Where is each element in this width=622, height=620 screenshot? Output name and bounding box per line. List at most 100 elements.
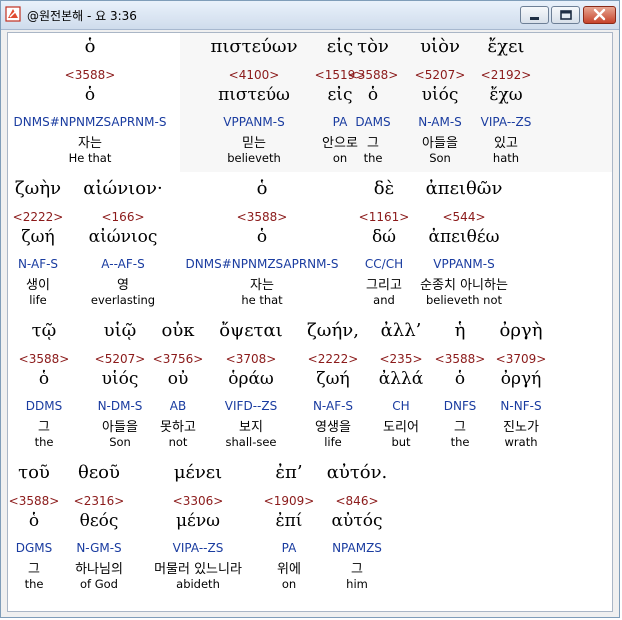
- parsing-code: VIPA--ZS: [480, 115, 532, 129]
- strong-number: <3588>: [434, 352, 486, 366]
- strong-number: <2316>: [73, 494, 125, 508]
- lemma: ὀργή: [500, 369, 542, 389]
- english-gloss: and: [373, 293, 395, 307]
- english-gloss: the: [24, 577, 44, 591]
- greek-word: ὄψεται: [219, 320, 283, 341]
- close-button[interactable]: [583, 6, 616, 24]
- greek-word: τὸν: [357, 36, 389, 57]
- greek-word: ζωήν,: [307, 320, 359, 341]
- korean-gloss: 자는: [78, 136, 102, 151]
- lemma: ὁ: [367, 85, 379, 105]
- window-title: @원전본해 - 요 3:36: [27, 9, 137, 23]
- english-gloss: hath: [492, 151, 520, 165]
- korean-gloss: 영: [117, 278, 129, 293]
- greek-word: τοῦ: [18, 462, 50, 483]
- greek-word: εἰς: [326, 36, 354, 57]
- greek-word: τῷ: [31, 320, 57, 341]
- english-gloss: abideth: [176, 577, 220, 591]
- parsing-code: VIFD--ZS: [224, 399, 278, 413]
- greek-word: αἰώνιον·: [83, 178, 163, 199]
- parsing-code: DNFS: [443, 399, 477, 413]
- english-gloss: believeth not: [425, 293, 503, 307]
- greek-word: ὁ: [84, 36, 96, 57]
- greek-word: ἀπειθῶν: [425, 178, 503, 199]
- parsing-code: N-NF-S: [500, 399, 542, 413]
- lemma: ὁ: [28, 511, 40, 531]
- parsing-code: DNMS#NPNMZSAPRNM-S: [185, 257, 339, 271]
- korean-gloss: 보지: [239, 420, 263, 435]
- lemma: ὁ: [84, 85, 96, 105]
- app-window: @원전본해 - 요 3:36 ὁ <3588> ὁ DNMS#NPNMZSAPRNM-…: [0, 0, 620, 618]
- parsing-code: VPPANM-S: [433, 257, 495, 271]
- greek-word: υἱὸν: [420, 36, 460, 57]
- greek-word: ἔχει: [487, 36, 525, 57]
- greek-word: μένει: [173, 462, 223, 483]
- korean-gloss: 진노가: [503, 420, 539, 435]
- parsing-code: PA: [332, 115, 348, 129]
- english-gloss: the: [450, 435, 470, 449]
- strong-number: <3588>: [18, 352, 70, 366]
- korean-gloss: 아들을: [102, 420, 138, 435]
- parsing-code: N-AM-S: [418, 115, 462, 129]
- lemma: ὁ: [38, 369, 50, 389]
- lemma: ὁ: [256, 227, 268, 247]
- korean-gloss: 그: [28, 562, 40, 577]
- english-gloss: on: [281, 577, 297, 591]
- english-gloss: everlasting: [90, 293, 156, 307]
- title-bar[interactable]: @원전본해 - 요 3:36: [1, 1, 619, 30]
- lemma: αἰώνιος: [88, 227, 158, 247]
- parsing-code: VPPANM-S: [223, 115, 285, 129]
- minimize-button[interactable]: [520, 6, 549, 24]
- strong-number: <166>: [101, 210, 145, 224]
- lemma: ὁράω: [228, 369, 274, 389]
- strong-number: <3306>: [172, 494, 224, 508]
- english-gloss: he that: [241, 293, 283, 307]
- minimize-icon: [530, 17, 539, 20]
- greek-word: ἀλλ’: [380, 320, 422, 341]
- lemma: ἐπί: [275, 511, 303, 531]
- lemma: θεός: [79, 511, 119, 531]
- lemma: μένω: [175, 511, 221, 531]
- greek-word: θεοῦ: [78, 462, 120, 483]
- korean-gloss: 아들을: [422, 136, 458, 151]
- english-gloss: life: [324, 435, 342, 449]
- english-gloss: Son: [429, 151, 451, 165]
- parsing-code: N-AF-S: [17, 257, 59, 271]
- parsing-code: NPAMZS: [332, 541, 382, 555]
- strong-number: <1161>: [358, 210, 410, 224]
- lemma: πιστεύω: [218, 85, 290, 105]
- parsing-code: N-AF-S: [312, 399, 354, 413]
- greek-word: ὀργὴ: [499, 320, 543, 341]
- korean-gloss: 그리고: [366, 278, 402, 293]
- strong-number: <5207>: [94, 352, 146, 366]
- korean-gloss: 믿는: [242, 136, 266, 151]
- strong-number: <4100>: [228, 68, 280, 82]
- strong-number: <3708>: [225, 352, 277, 366]
- strong-number: <235>: [379, 352, 423, 366]
- lemma: αὐτός: [331, 511, 383, 531]
- maximize-button[interactable]: [551, 6, 580, 24]
- parsing-code: N-GM-S: [76, 541, 122, 555]
- korean-gloss: 도리어: [383, 420, 419, 435]
- greek-word: ζωὴν: [14, 178, 62, 199]
- korean-gloss: 그: [351, 562, 363, 577]
- korean-gloss: 못하고: [160, 420, 196, 435]
- parsing-code: N-DM-S: [97, 399, 143, 413]
- korean-gloss: 하나님의: [75, 562, 123, 577]
- english-gloss: him: [346, 577, 368, 591]
- greek-word: αὐτόν.: [326, 462, 388, 483]
- greek-word: πιστεύων: [210, 36, 298, 57]
- strong-number: <3588>: [64, 68, 116, 82]
- english-gloss: wrath: [504, 435, 538, 449]
- korean-gloss: 안으로: [322, 136, 358, 151]
- strong-number: <3588>: [236, 210, 288, 224]
- english-gloss: not: [168, 435, 188, 449]
- english-gloss: Son: [109, 435, 131, 449]
- parsing-code: CH: [392, 399, 410, 413]
- english-gloss: the: [363, 151, 383, 165]
- app-icon: [5, 6, 21, 22]
- strong-number: <1909>: [263, 494, 315, 508]
- interlinear-panel[interactable]: ὁ <3588> ὁ DNMS#NPNMZSAPRNM-S 자는 He that πιστε…: [7, 32, 613, 612]
- lemma: υἱός: [101, 369, 139, 389]
- english-gloss: life: [29, 293, 47, 307]
